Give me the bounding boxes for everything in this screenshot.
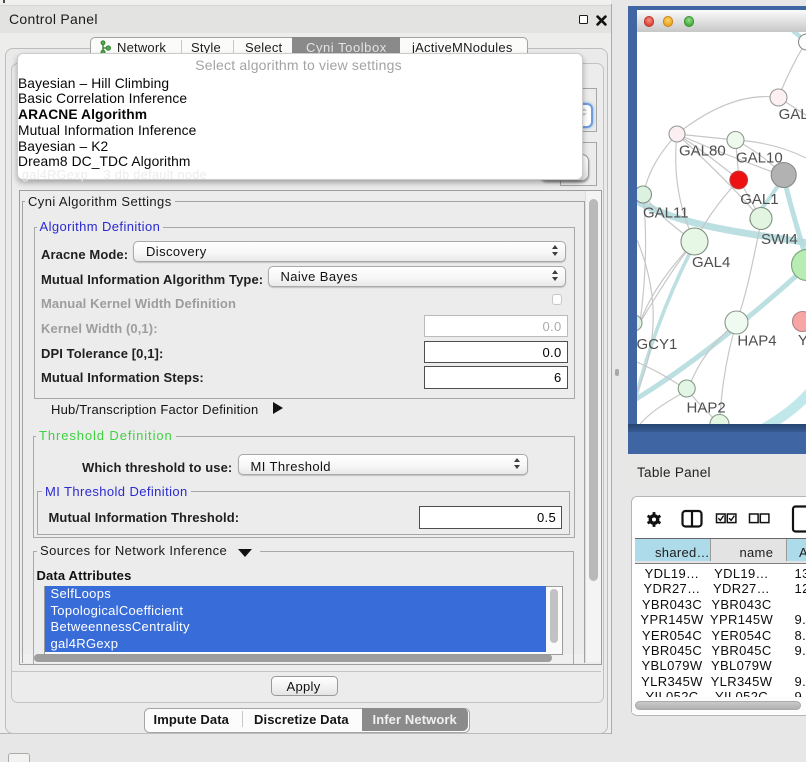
svg-text:HAP4: HAP4	[737, 333, 776, 350]
svg-text:GAL11: GAL11	[643, 205, 689, 222]
svg-text:GAL80: GAL80	[679, 143, 726, 160]
svg-text:YJL: YJL	[798, 332, 806, 349]
svg-text:GCY1: GCY1	[637, 336, 677, 353]
svg-text:GAL10: GAL10	[736, 150, 783, 167]
svg-text:GAL4: GAL4	[692, 254, 730, 271]
svg-text:SWI4: SWI4	[761, 231, 798, 248]
svg-text:GAL7: GAL7	[779, 106, 806, 123]
svg-text:GAL1: GAL1	[740, 191, 778, 208]
svg-text:HAP2: HAP2	[687, 400, 726, 417]
